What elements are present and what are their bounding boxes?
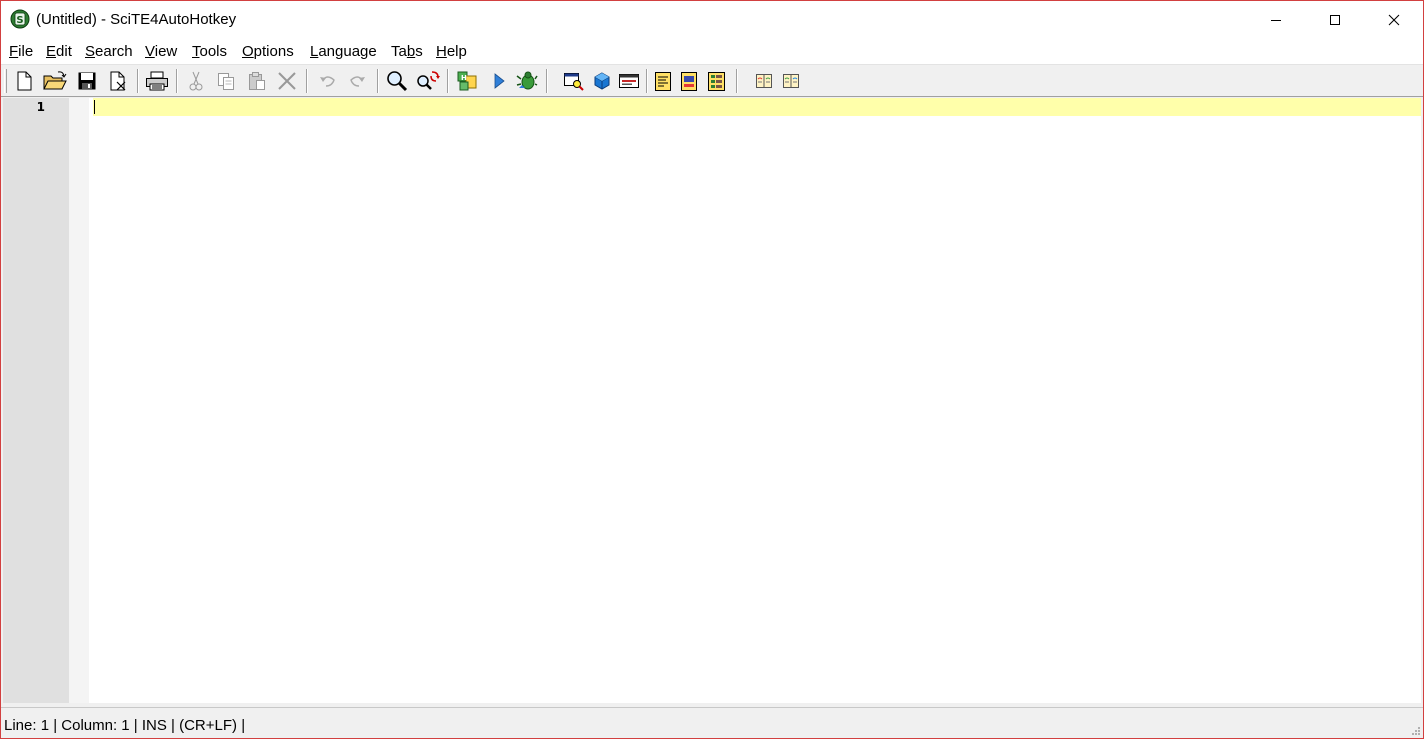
cut-button[interactable] (184, 69, 208, 93)
toolbar-separator (447, 69, 449, 93)
run-icon (494, 73, 505, 89)
maximize-icon (1330, 15, 1340, 25)
replace-button[interactable] (416, 69, 440, 93)
undo-button[interactable] (315, 69, 339, 93)
help-book-icon (756, 74, 772, 88)
open-folder-icon (43, 71, 67, 90)
toolbar-separator (377, 69, 379, 93)
run-button[interactable] (487, 69, 511, 93)
status-bar: Line: 1 | Column: 1 | INS | (CR+LF) | (1, 707, 1423, 738)
menu-search[interactable]: Search (85, 43, 133, 60)
object-browser-icon (594, 72, 610, 90)
minimize-button[interactable] (1247, 1, 1305, 39)
find-notes-icon (681, 72, 697, 91)
menu-tabs[interactable]: Tabs (391, 43, 423, 60)
maximize-button[interactable] (1306, 1, 1364, 39)
fold-margin[interactable] (69, 98, 89, 703)
find-notes-button[interactable] (678, 69, 702, 93)
menu-tools[interactable]: Tools (192, 43, 227, 60)
title-bar[interactable]: S (Untitled) - SciTE4AutoHotkey (1, 1, 1423, 39)
window-spy-button[interactable] (561, 69, 585, 93)
toolbar-separator (736, 69, 738, 93)
print-button[interactable] (145, 69, 169, 93)
svg-text:S: S (16, 15, 23, 26)
minimize-icon (1271, 20, 1281, 21)
caret-line-highlight (93, 98, 1421, 116)
new-file-button[interactable] (12, 69, 36, 93)
debug-icon (516, 71, 538, 90)
toolbar-separator (546, 69, 548, 93)
delete-button[interactable] (275, 69, 299, 93)
toolbar-separator (176, 69, 178, 93)
notes-icon (655, 72, 671, 91)
close-button[interactable] (1365, 1, 1423, 39)
menu-bar: File Edit Search View Tools Options Lang… (1, 39, 1423, 64)
redo-icon (350, 76, 365, 87)
toolbar: H (1, 64, 1423, 97)
delete-icon (278, 72, 296, 90)
print-icon (146, 71, 168, 91)
find-icon (387, 71, 408, 92)
line-number: 1 (36, 100, 45, 114)
compile-icon: H (457, 71, 477, 91)
list-notes-button[interactable] (705, 69, 729, 93)
copy-icon (218, 73, 234, 90)
replace-icon (417, 71, 440, 90)
scite-window: S (Untitled) - SciTE4AutoHotkey File Edi… (0, 0, 1424, 739)
svg-text:H: H (461, 74, 467, 82)
toolbar-gripper[interactable] (4, 69, 7, 93)
reference-book-icon (783, 74, 799, 88)
editor-pane[interactable]: 1 (3, 98, 1421, 703)
reference-book-button[interactable] (779, 69, 803, 93)
find-button[interactable] (385, 69, 409, 93)
close-icon (1388, 14, 1400, 26)
menu-file[interactable]: File (9, 43, 33, 60)
window-title: (Untitled) - SciTE4AutoHotkey (36, 11, 237, 28)
line-number-margin[interactable]: 1 (3, 98, 69, 703)
gui-window-icon (619, 74, 639, 88)
menu-edit[interactable]: Edit (46, 43, 72, 60)
toolbar-separator (137, 69, 139, 93)
menu-options[interactable]: Options (242, 43, 294, 60)
menu-view[interactable]: View (145, 43, 177, 60)
window-spy-icon (564, 73, 584, 91)
list-notes-icon (708, 72, 725, 91)
paste-icon (249, 72, 265, 90)
cut-icon (189, 71, 203, 91)
paste-button[interactable] (245, 69, 269, 93)
object-browser-button[interactable] (590, 69, 614, 93)
save-button[interactable] (75, 69, 99, 93)
undo-icon (320, 76, 335, 87)
size-grip-icon[interactable] (1410, 725, 1420, 735)
redo-button[interactable] (346, 69, 370, 93)
copy-button[interactable] (214, 69, 238, 93)
toolbar-separator (306, 69, 308, 93)
scite-app-icon[interactable]: S (10, 9, 30, 29)
new-file-icon (17, 71, 32, 91)
open-file-button[interactable] (43, 69, 67, 93)
debug-button[interactable] (515, 69, 539, 93)
gui-window-button[interactable] (617, 69, 641, 93)
menu-language[interactable]: Language (310, 43, 377, 60)
compile-button[interactable]: H (455, 69, 479, 93)
help-book-button[interactable] (752, 69, 776, 93)
toolbar-separator (646, 69, 648, 93)
notes-button[interactable] (651, 69, 675, 93)
close-file-icon (110, 71, 126, 91)
menu-help[interactable]: Help (436, 43, 467, 60)
save-icon (78, 72, 96, 90)
status-text: Line: 1 | Column: 1 | INS | (CR+LF) | (4, 717, 246, 734)
close-file-button[interactable] (106, 69, 130, 93)
text-caret (94, 100, 95, 114)
